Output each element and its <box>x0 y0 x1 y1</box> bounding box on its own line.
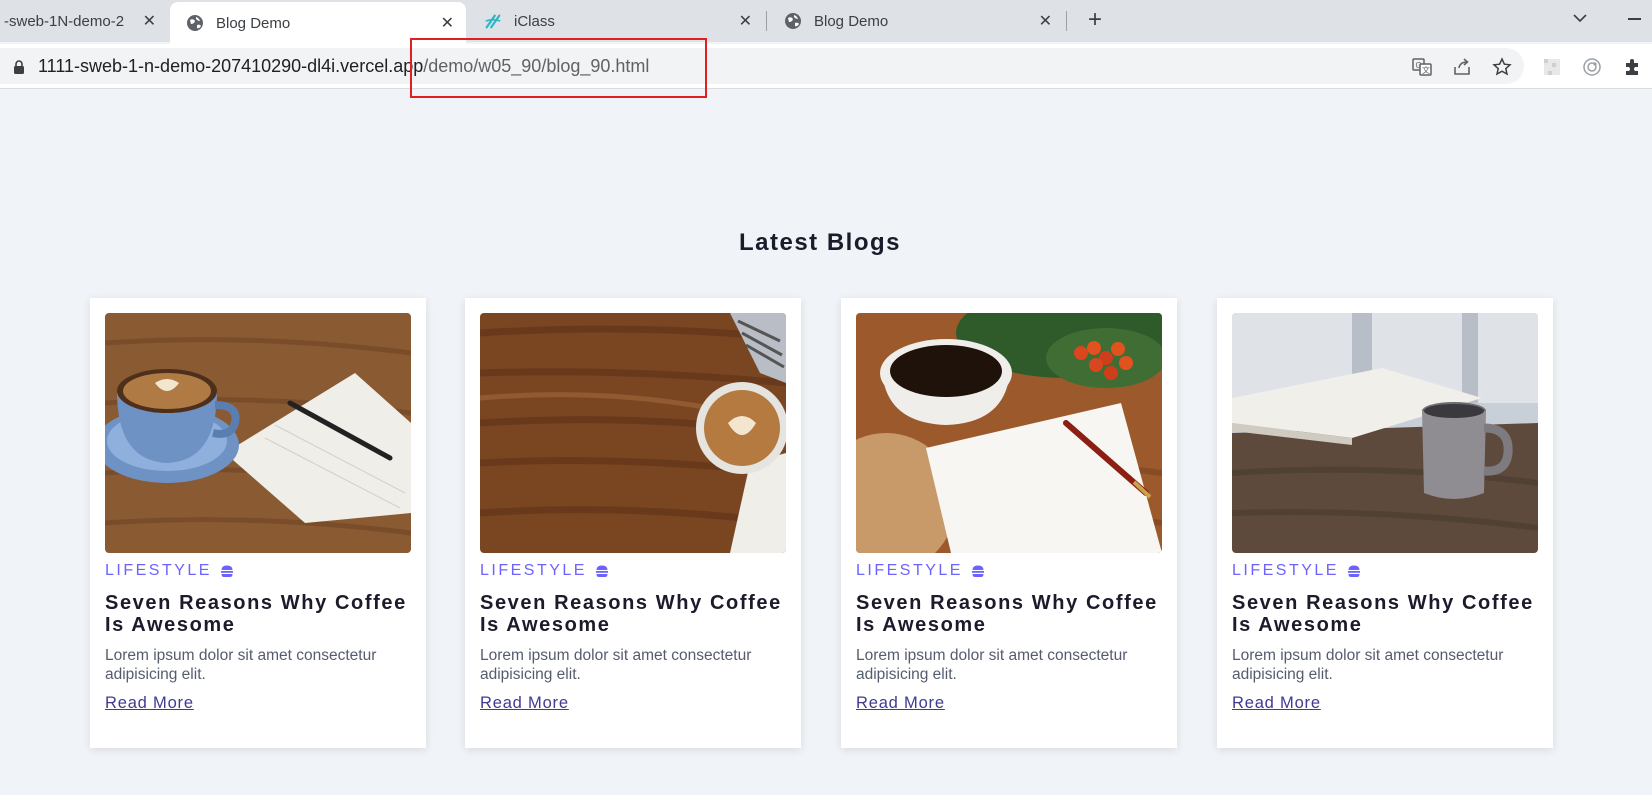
tab-4[interactable]: Blog Demo ✕ <box>768 0 1064 42</box>
category-text: LIFESTYLE <box>105 562 212 579</box>
browser-toolbar: 1111-sweb-1-n-demo-207410290-dl4i.vercel… <box>0 44 1652 89</box>
category-text: LIFESTYLE <box>480 562 587 579</box>
tab-title: iClass <box>514 12 555 30</box>
blog-card: LIFESTYLE Seven Reasons Why Coffee Is Aw… <box>90 298 426 748</box>
hamburger-icon <box>595 565 608 577</box>
close-tab-icon[interactable]: ✕ <box>1039 11 1052 31</box>
window-minimize-button[interactable] <box>1628 18 1641 20</box>
category-text: LIFESTYLE <box>856 562 963 579</box>
globe-icon <box>784 12 802 30</box>
tab-title: Blog Demo <box>814 12 889 30</box>
coffee-on-wood-table-image <box>480 313 786 553</box>
category-label[interactable]: LIFESTYLE <box>856 562 985 580</box>
url-highlight-box <box>410 38 707 98</box>
hamburger-icon <box>1347 565 1360 577</box>
read-more-link[interactable]: Read More <box>105 694 194 713</box>
address-bar[interactable]: 1111-sweb-1-n-demo-207410290-dl4i.vercel… <box>0 48 1524 84</box>
grey-mug-open-book-image <box>1232 313 1538 553</box>
category-label[interactable]: LIFESTYLE <box>480 562 609 580</box>
extensions-icon[interactable] <box>1621 56 1643 78</box>
blog-excerpt: Lorem ipsum dolor sit amet consectetur a… <box>1232 647 1504 683</box>
category-label[interactable]: LIFESTYLE <box>105 562 234 580</box>
close-tab-icon[interactable]: ✕ <box>143 11 156 31</box>
blog-card: LIFESTYLE Seven Reasons Why Coffee Is Aw… <box>465 298 801 748</box>
globe-icon <box>186 14 204 32</box>
read-more-link[interactable]: Read More <box>856 694 945 713</box>
blog-card: LIFESTYLE Seven Reasons Why Coffee Is Aw… <box>841 298 1177 748</box>
translate-icon[interactable]: G文 <box>1411 56 1433 78</box>
close-tab-icon[interactable]: ✕ <box>441 13 454 33</box>
blog-heading: Seven Reasons Why Coffee Is Awesome <box>856 592 1158 636</box>
hamburger-icon <box>220 565 233 577</box>
tab-1[interactable]: -sweb-1N-demo-2 ✕ <box>0 0 168 42</box>
blog-heading: Seven Reasons Why Coffee Is Awesome <box>1232 592 1534 636</box>
page-title: Latest Blogs <box>738 229 902 256</box>
read-more-link[interactable]: Read More <box>1232 694 1321 713</box>
new-tab-button[interactable]: + <box>1082 8 1108 34</box>
read-more-link[interactable]: Read More <box>480 694 569 713</box>
tab-strip: -sweb-1N-demo-2 ✕ Blog Demo ✕ iClass ✕ B… <box>0 0 1652 44</box>
hamburger-icon <box>971 565 984 577</box>
iclass-logo-icon <box>484 12 502 30</box>
url-host: 1111-sweb-1-n-demo-207410290-dl4i.vercel… <box>38 56 424 76</box>
coffee-paper-pen-berries-image <box>856 313 1162 553</box>
tab-title: Blog Demo <box>216 14 291 32</box>
blog-heading: Seven Reasons Why Coffee Is Awesome <box>105 592 407 636</box>
tab-separator <box>1066 11 1067 31</box>
tab-separator <box>766 11 767 31</box>
blog-excerpt: Lorem ipsum dolor sit amet consectetur a… <box>105 647 377 683</box>
blog-excerpt: Lorem ipsum dolor sit amet consectetur a… <box>480 647 752 683</box>
share-icon[interactable] <box>1451 56 1473 78</box>
blog-heading: Seven Reasons Why Coffee Is Awesome <box>480 592 782 636</box>
extension-puzzle-1-icon[interactable] <box>1541 56 1563 78</box>
close-tab-icon[interactable]: ✕ <box>739 11 752 31</box>
blog-card: LIFESTYLE Seven Reasons Why Coffee Is Aw… <box>1217 298 1553 748</box>
svg-text:文: 文 <box>1422 65 1430 75</box>
lock-icon[interactable] <box>12 60 26 74</box>
extension-2-icon[interactable] <box>1581 56 1603 78</box>
tab-search-chevron-icon[interactable] <box>1570 8 1590 28</box>
tab-3[interactable]: iClass ✕ <box>468 0 764 42</box>
coffee-notebook-pen-image <box>105 313 411 553</box>
bookmark-star-icon[interactable] <box>1491 56 1513 78</box>
category-text: LIFESTYLE <box>1232 562 1339 579</box>
blog-excerpt: Lorem ipsum dolor sit amet consectetur a… <box>856 647 1128 683</box>
category-label[interactable]: LIFESTYLE <box>1232 562 1361 580</box>
